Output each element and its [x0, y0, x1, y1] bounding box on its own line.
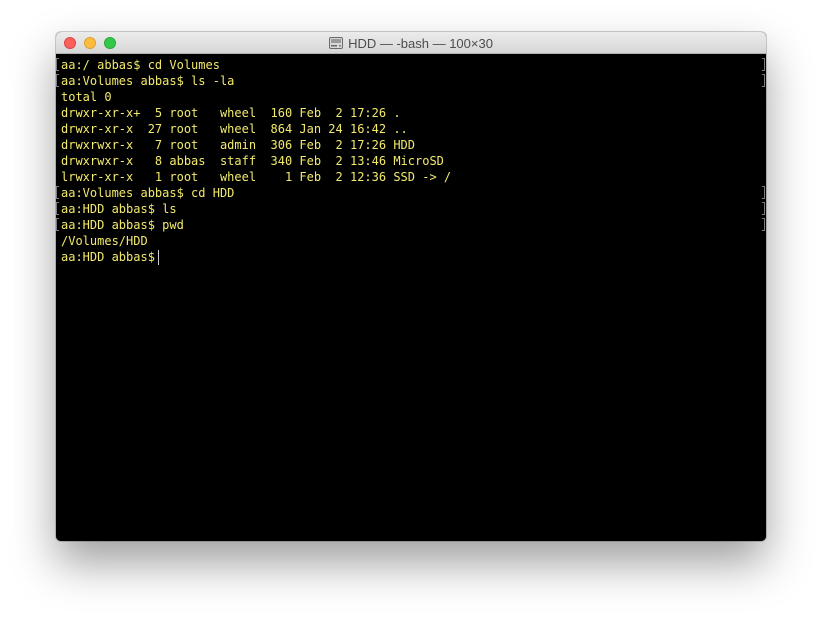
terminal-line: total 0 — [61, 90, 112, 104]
disk-icon — [329, 37, 344, 49]
prompt-mark-left — [56, 202, 59, 215]
window-title: HDD — -bash — 100×30 — [348, 35, 493, 51]
terminal-line: drwxr-xr-x+ 5 root wheel 160 Feb 2 17:26… — [61, 106, 401, 120]
prompt-mark-left — [56, 74, 59, 87]
prompt-mark-right — [762, 218, 765, 231]
prompt-mark-right — [762, 58, 765, 71]
prompt-mark-left — [56, 186, 59, 199]
terminal-line: drwxr-xr-x 27 root wheel 864 Jan 24 16:4… — [61, 122, 408, 136]
terminal-window: HDD — -bash — 100×30 aa:/ abbas$ cd Volu… — [56, 32, 766, 541]
window-title-container: HDD — -bash — 100×30 — [56, 32, 766, 54]
terminal-line: lrwxr-xr-x 1 root wheel 1 Feb 2 12:36 SS… — [61, 170, 452, 184]
terminal-line: aa:HDD abbas$ pwd — [61, 218, 184, 232]
terminal-line: aa:HDD abbas$ ls — [61, 202, 177, 216]
terminal-line: drwxrwxr-x 7 root admin 306 Feb 2 17:26 … — [61, 138, 416, 152]
terminal-prompt-line: aa:HDD abbas$ — [61, 250, 163, 264]
prompt-mark-left — [56, 58, 59, 71]
terminal-line: aa:Volumes abbas$ cd HDD — [61, 186, 235, 200]
prompt-mark-right — [762, 202, 765, 215]
terminal-line: aa:/ abbas$ cd Volumes — [61, 58, 220, 72]
prompt-mark-left — [56, 218, 59, 231]
terminal-line: aa:Volumes abbas$ ls -la — [61, 74, 235, 88]
prompt-mark-right — [762, 186, 765, 199]
terminal-content[interactable]: aa:/ abbas$ cd Volumes aa:Volumes abbas$… — [56, 54, 766, 541]
terminal-line: drwxrwxr-x 8 abbas staff 340 Feb 2 13:46… — [61, 154, 444, 168]
prompt-mark-right — [762, 74, 765, 87]
terminal-line: /Volumes/HDD — [61, 234, 148, 248]
title-bar[interactable]: HDD — -bash — 100×30 — [56, 32, 766, 54]
text-cursor — [158, 250, 159, 265]
